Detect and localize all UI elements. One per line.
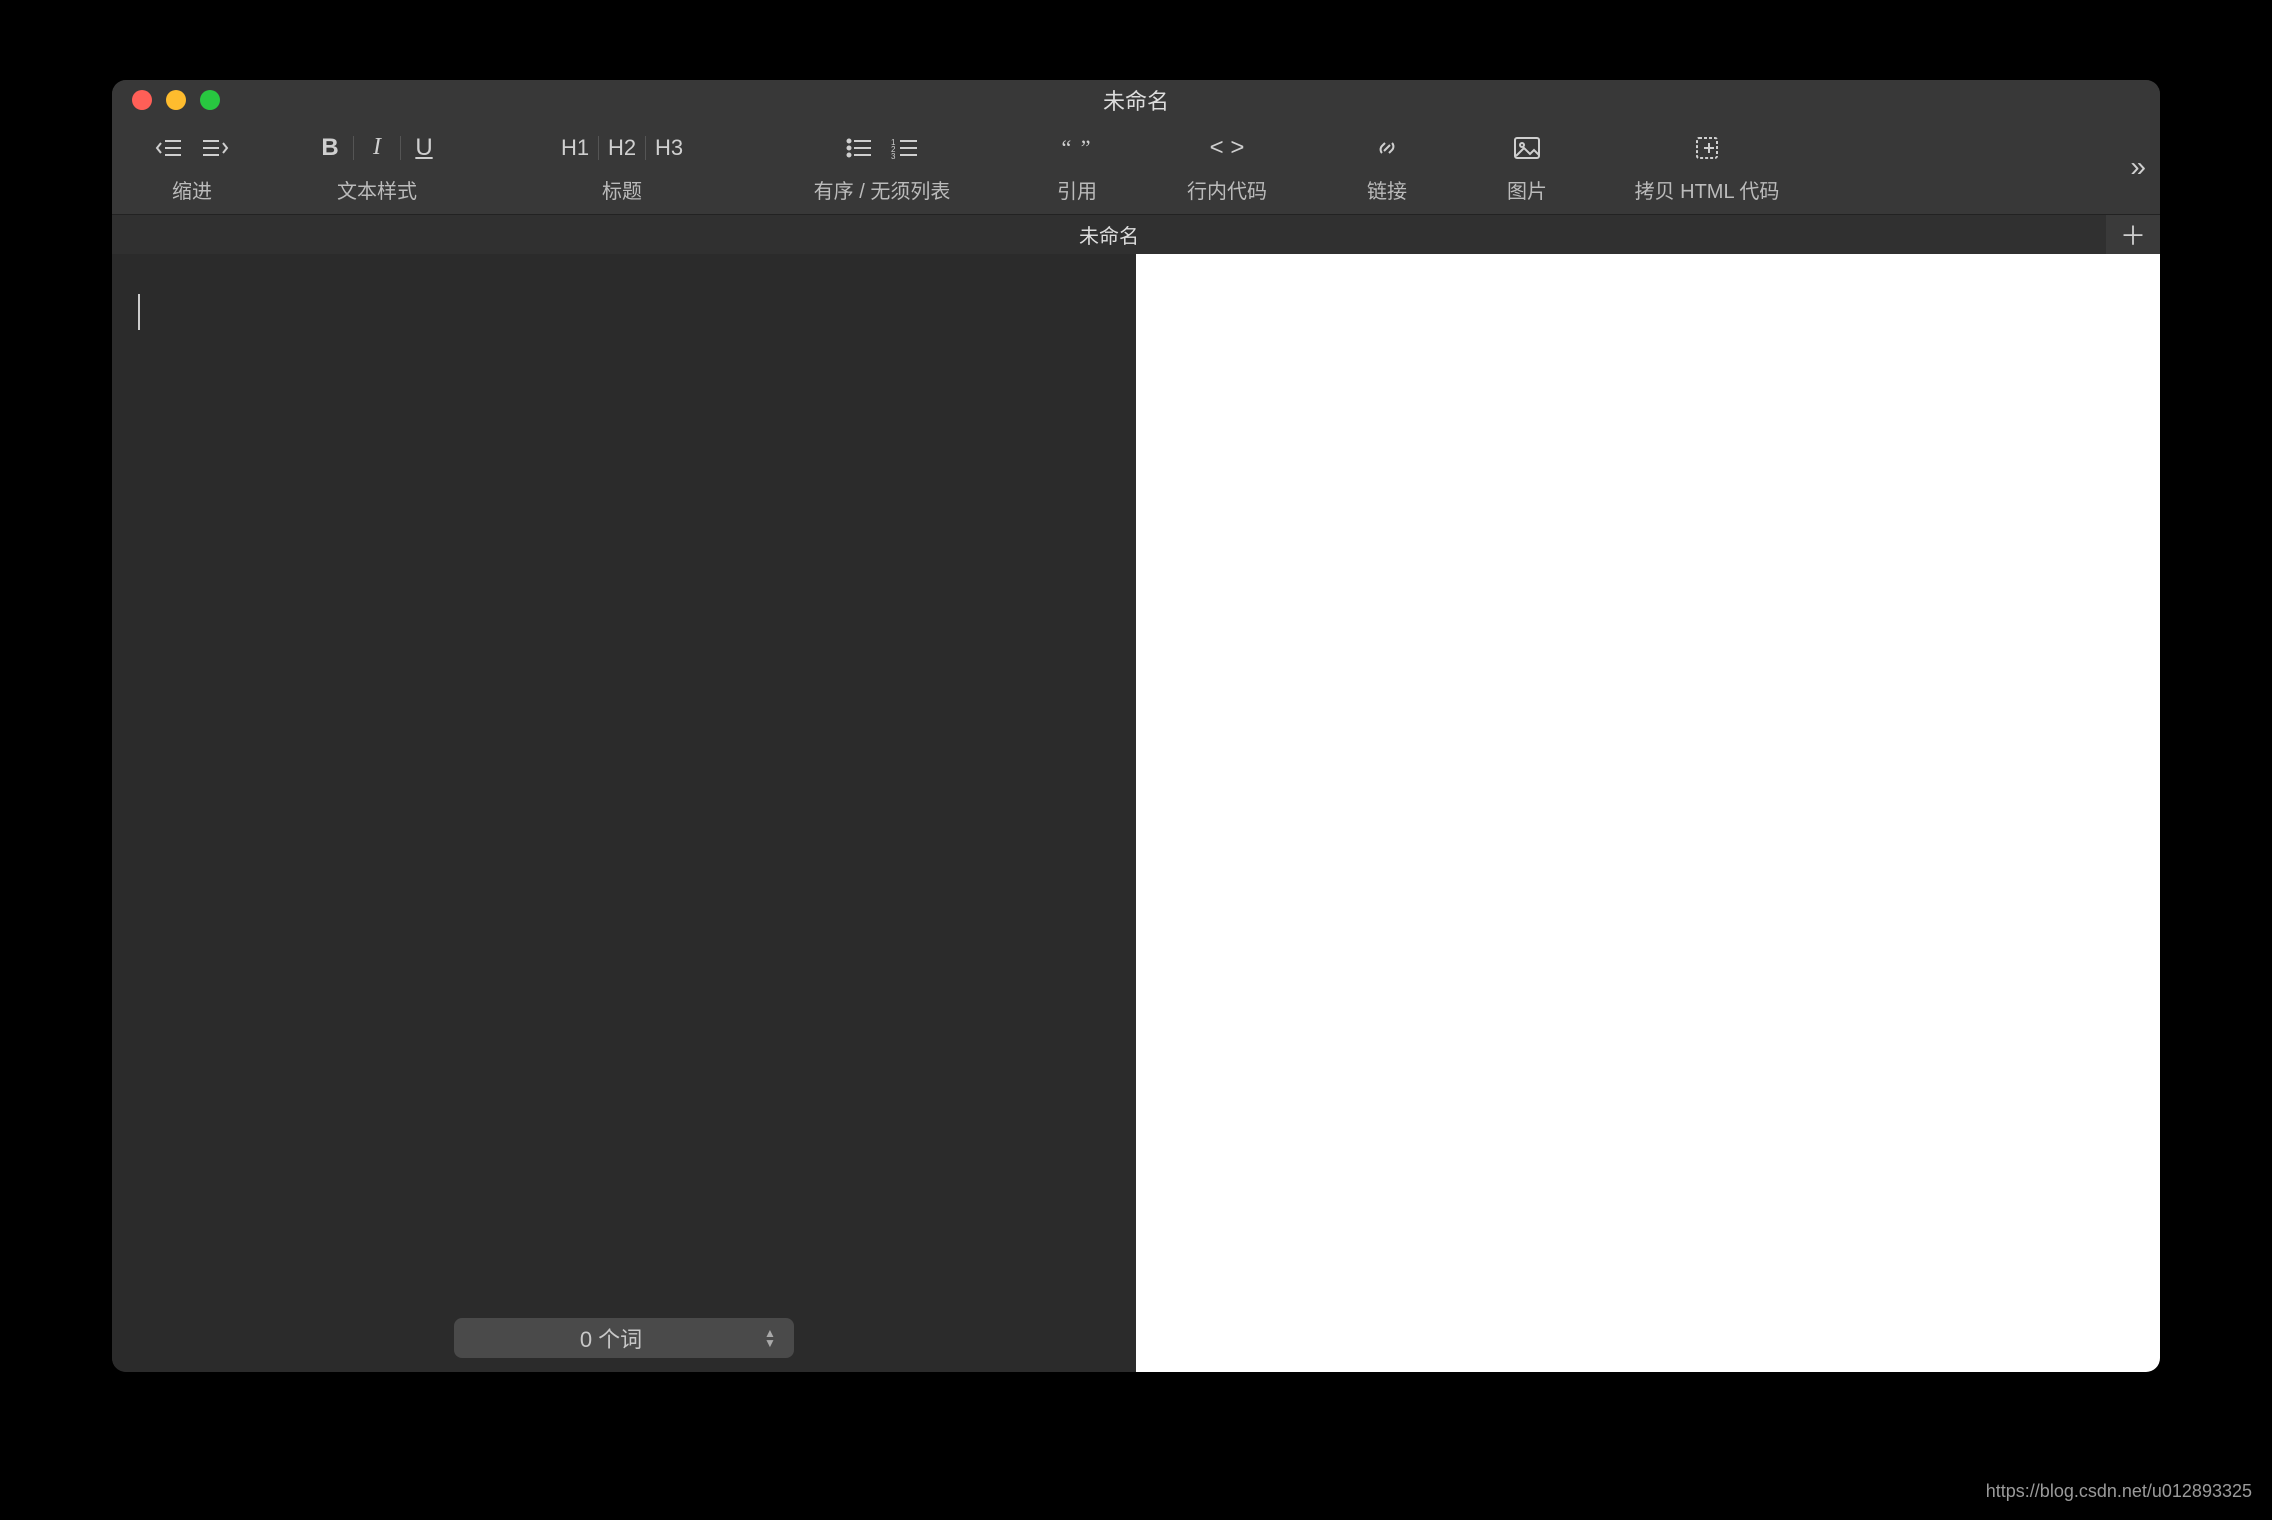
image-label: 图片 [1507, 175, 1547, 204]
bold-button[interactable]: B [307, 131, 353, 165]
editor-pane[interactable]: 0 个词 ▲▼ [112, 254, 1136, 1372]
content-area: 0 个词 ▲▼ [112, 254, 2160, 1372]
zoom-button[interactable] [200, 90, 220, 110]
watermark-text: https://blog.csdn.net/u012893325 [1986, 1481, 2252, 1502]
list-label: 有序 / 无须列表 [814, 175, 951, 204]
link-icon [1374, 135, 1400, 161]
toolbar-group-heading: H1 H2 H3 标题 [492, 120, 752, 214]
toolbar: 缩进 B I U 文本样式 H1 H2 H3 标题 [112, 120, 2160, 214]
quote-icon: “ ” [1061, 135, 1092, 161]
code-label: 行内代码 [1187, 175, 1267, 204]
toolbar-group-indent: 缩进 [122, 120, 262, 214]
copy-html-icon [1694, 135, 1720, 161]
unordered-list-icon [845, 137, 873, 159]
toolbar-group-code: < > 行内代码 [1142, 120, 1312, 214]
italic-button[interactable]: I [354, 131, 400, 165]
image-button[interactable] [1504, 131, 1550, 165]
unordered-list-button[interactable] [836, 131, 882, 165]
new-tab-button[interactable]: ＋ [2106, 215, 2160, 254]
window-title: 未命名 [112, 84, 2160, 116]
copy-html-button[interactable] [1684, 131, 1730, 165]
toolbar-group-copyhtml: 拷贝 HTML 代码 [1592, 120, 1822, 214]
heading-label: 标题 [602, 175, 642, 204]
close-button[interactable] [132, 90, 152, 110]
indent-label: 缩进 [172, 175, 212, 204]
outdent-icon [155, 137, 183, 159]
ordered-list-icon: 1 2 3 [891, 137, 919, 159]
tab-untitled[interactable]: 未命名 [112, 215, 2106, 254]
indent-icon [201, 137, 229, 159]
toolbar-group-quote: “ ” 引用 [1012, 120, 1142, 214]
svg-text:3: 3 [891, 152, 896, 159]
h1-button[interactable]: H1 [552, 131, 598, 165]
plus-icon: ＋ [2120, 216, 2146, 253]
stepper-icon: ▲▼ [764, 1318, 784, 1358]
text-cursor [138, 294, 140, 330]
toolbar-group-list: 1 2 3 有序 / 无须列表 [752, 120, 1012, 214]
image-icon [1513, 136, 1541, 160]
wordcount-text: 0 个词 [580, 1322, 642, 1354]
link-button[interactable] [1364, 131, 1410, 165]
h3-button[interactable]: H3 [646, 131, 692, 165]
indent-button[interactable] [192, 131, 238, 165]
inline-code-button[interactable]: < > [1204, 131, 1250, 165]
link-label: 链接 [1367, 175, 1407, 204]
tabbar: 未命名 ＋ [112, 214, 2160, 254]
toolbar-group-style: B I U 文本样式 [262, 120, 492, 214]
underline-button[interactable]: U [401, 131, 447, 165]
minimize-button[interactable] [166, 90, 186, 110]
h2-button[interactable]: H2 [599, 131, 645, 165]
toolbar-overflow-button[interactable]: » [2130, 120, 2146, 214]
quote-button[interactable]: “ ” [1054, 131, 1100, 165]
style-label: 文本样式 [337, 175, 417, 204]
chevron-double-right-icon: » [2130, 151, 2146, 183]
toolbar-group-image: 图片 [1462, 120, 1592, 214]
wordcount-selector[interactable]: 0 个词 ▲▼ [454, 1318, 794, 1358]
copyhtml-label: 拷贝 HTML 代码 [1635, 175, 1780, 204]
traffic-lights [112, 90, 220, 110]
toolbar-group-link: 链接 [1312, 120, 1462, 214]
quote-label: 引用 [1057, 175, 1097, 204]
titlebar: 未命名 [112, 80, 2160, 120]
ordered-list-button[interactable]: 1 2 3 [882, 131, 928, 165]
app-window: 未命名 [112, 80, 2160, 1372]
preview-pane [1136, 254, 2160, 1372]
code-icon: < > [1210, 134, 1245, 162]
outdent-button[interactable] [146, 131, 192, 165]
